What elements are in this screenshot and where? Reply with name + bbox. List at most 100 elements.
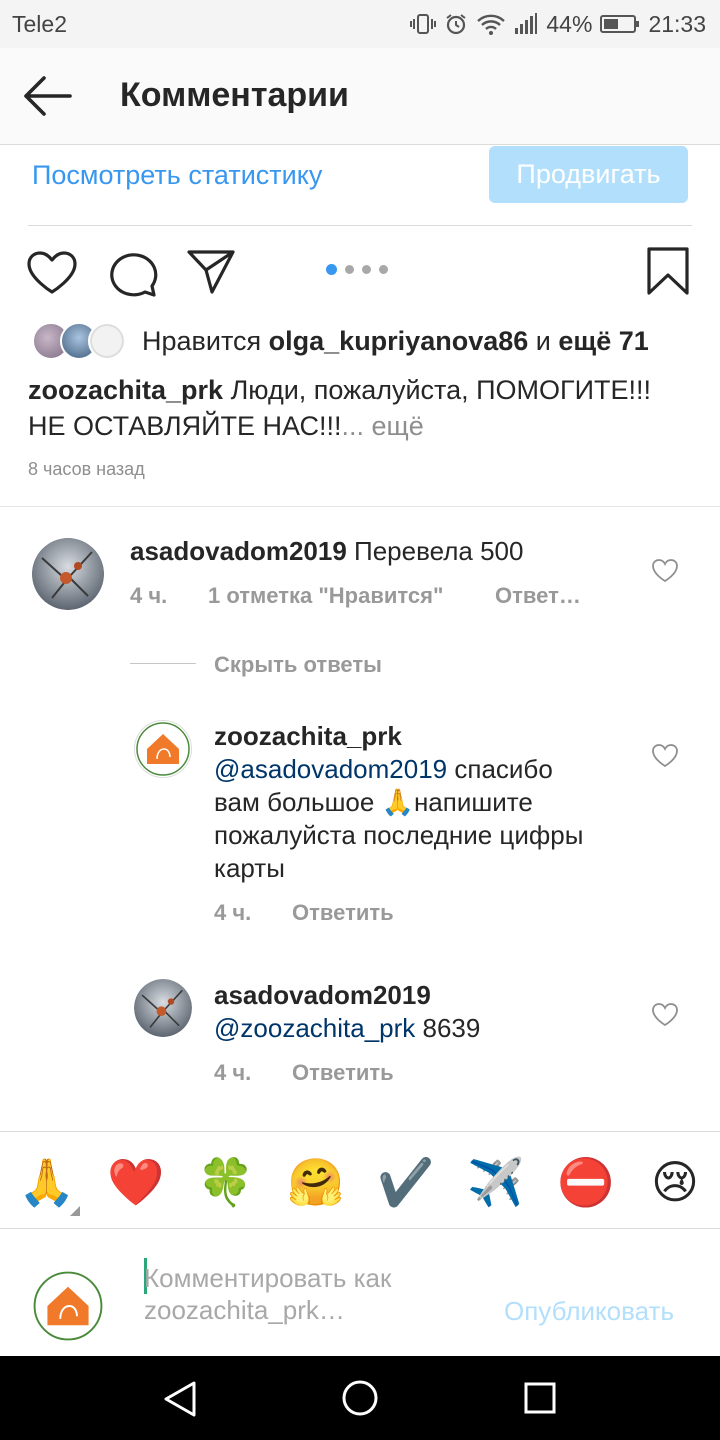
page-title: Комментарии (120, 76, 349, 114)
avatar[interactable] (134, 979, 192, 1037)
emoji-clover-button[interactable]: 🍀 (197, 1154, 254, 1210)
status-bar: Tele2 44% 21:33 (0, 0, 720, 48)
likes-prefix: Нравится (142, 326, 262, 356)
post-timestamp: 8 часов назад (28, 459, 145, 479)
emoji-hug-button[interactable]: 🤗 (287, 1154, 344, 1210)
caption-username[interactable]: zoozachita_prk (28, 375, 223, 405)
home-circle-icon (342, 1380, 378, 1416)
like-button[interactable] (26, 250, 78, 301)
header: Комментарии (0, 48, 720, 145)
reply-body: asadovadom2019 @zoozachita_prk 8639 (214, 979, 634, 1045)
reply-text: карты (214, 853, 285, 883)
avatar[interactable] (134, 720, 192, 778)
carousel-indicator (326, 264, 388, 275)
likes-others-count[interactable]: ещё 71 (558, 326, 648, 356)
status-icons: 44% 21:33 (410, 9, 706, 39)
avatar (88, 322, 126, 360)
mention-link[interactable]: @zoozachita_prk (214, 1013, 415, 1043)
liker-avatars[interactable] (32, 322, 132, 360)
reply-like-button[interactable] (651, 1002, 679, 1028)
clock: 21:33 (648, 10, 706, 37)
reply-text: вам большое 🙏напишите (214, 787, 533, 817)
comment-text: Перевела 500 (354, 536, 524, 566)
back-button[interactable] (20, 74, 76, 118)
zoozachita-logo-icon (136, 722, 190, 776)
system-nav-bar (0, 1356, 720, 1440)
reply-button[interactable]: Ответить (292, 900, 394, 926)
carousel-dot (362, 265, 371, 274)
emoji-check-button[interactable]: ✔️ (377, 1154, 434, 1210)
likes-joiner: и (535, 326, 551, 356)
emoji-heart-button[interactable]: ❤️ (107, 1154, 164, 1210)
reply-meta: 4 ч. Ответить (214, 900, 394, 926)
caption-more-link[interactable]: ... ещё (341, 411, 423, 441)
share-button[interactable] (186, 248, 236, 301)
back-triangle-icon (164, 1381, 196, 1417)
comment-button[interactable] (108, 248, 158, 303)
hide-replies-button[interactable]: Скрыть ответы (214, 652, 382, 678)
comment-input[interactable]: Комментировать как zoozachita_prk… (144, 1262, 464, 1326)
zoozachita-logo-icon (33, 1271, 103, 1341)
comment-likes-count[interactable]: 1 отметка "Нравится" (208, 583, 495, 609)
emoji-variant-indicator-icon (70, 1206, 80, 1216)
reply-username[interactable]: asadovadom2019 (214, 980, 431, 1010)
signal-icon (514, 12, 538, 36)
hide-replies-line (130, 663, 196, 664)
comment-input-placeholder: Комментировать как (144, 1263, 392, 1293)
comment-input-placeholder: zoozachita_prk… (144, 1295, 345, 1325)
reply-text: пожалуйста последние цифры (214, 820, 584, 850)
recents-square-icon (524, 1382, 556, 1414)
comment-body: asadovadom2019 Перевела 500 (130, 535, 523, 568)
reply-time: 4 ч. (214, 900, 252, 925)
publish-button[interactable]: Опубликовать (504, 1296, 674, 1327)
nav-recents-button[interactable] (524, 1382, 556, 1419)
heart-icon (652, 744, 678, 768)
likes-summary[interactable]: Нравится olga_kupriyanova86 и ещё 71 (142, 326, 649, 357)
emoji-airplane-button[interactable]: ✈️ (467, 1154, 524, 1210)
avatar[interactable] (32, 538, 104, 610)
view-stats-link[interactable]: Посмотреть статистику (32, 160, 322, 191)
wifi-icon (476, 12, 506, 36)
heart-icon (27, 251, 77, 294)
heart-icon (652, 1003, 678, 1027)
emoji-pray-button[interactable]: 🙏 (18, 1154, 75, 1210)
reply-button[interactable]: Ответить (292, 1060, 394, 1086)
vibrate-icon (410, 12, 437, 36)
save-button[interactable] (646, 246, 690, 301)
battery-percent: 44% (546, 10, 593, 37)
alarm-icon (444, 12, 468, 36)
reply-text: 8639 (422, 1013, 481, 1043)
promote-button[interactable]: Продвигать (489, 146, 688, 203)
share-icon (187, 250, 235, 294)
battery-icon (600, 14, 640, 34)
reply-text: спасибо (454, 754, 553, 784)
nav-back-button[interactable] (162, 1380, 198, 1423)
carousel-dot-active (326, 264, 337, 275)
comment-username[interactable]: asadovadom2019 (130, 536, 347, 566)
reply-button[interactable]: Ответ… (495, 583, 581, 609)
liker-username[interactable]: olga_kupriyanova86 (269, 326, 529, 356)
reply-like-button[interactable] (651, 743, 679, 769)
nav-home-button[interactable] (341, 1379, 379, 1422)
avatar-photo (32, 538, 104, 610)
carousel-dot (345, 265, 354, 274)
comment-icon (110, 253, 158, 297)
divider (28, 225, 692, 226)
reply-body: zoozachita_prk @asadovadom2019 спасибо в… (214, 720, 634, 885)
reply-meta: 4 ч. Ответить (214, 1060, 394, 1086)
reply-username[interactable]: zoozachita_prk (214, 721, 402, 751)
emoji-no-entry-button[interactable]: ⛔ (557, 1154, 614, 1210)
avatar-photo (134, 979, 192, 1037)
carrier-label: Tele2 (12, 11, 67, 37)
mention-link[interactable]: @asadovadom2019 (214, 754, 447, 784)
emoji-quick-bar: 🙏 ❤️ 🍀 🤗 ✔️ ✈️ ⛔ 😢 (0, 1131, 720, 1229)
post-caption: zoozachita_prk Люди, пожалуйста, ПОМОГИТ… (28, 372, 688, 444)
comment-meta: 4 ч. 1 отметка "Нравится" Ответ… (130, 583, 581, 609)
emoji-crying-button[interactable]: 😢 (647, 1154, 703, 1210)
comment-like-button[interactable] (651, 558, 679, 584)
arrow-left-icon (24, 76, 72, 116)
bookmark-icon (647, 247, 689, 295)
carousel-dot (379, 265, 388, 274)
divider (0, 506, 720, 507)
reply-time: 4 ч. (214, 1060, 252, 1085)
